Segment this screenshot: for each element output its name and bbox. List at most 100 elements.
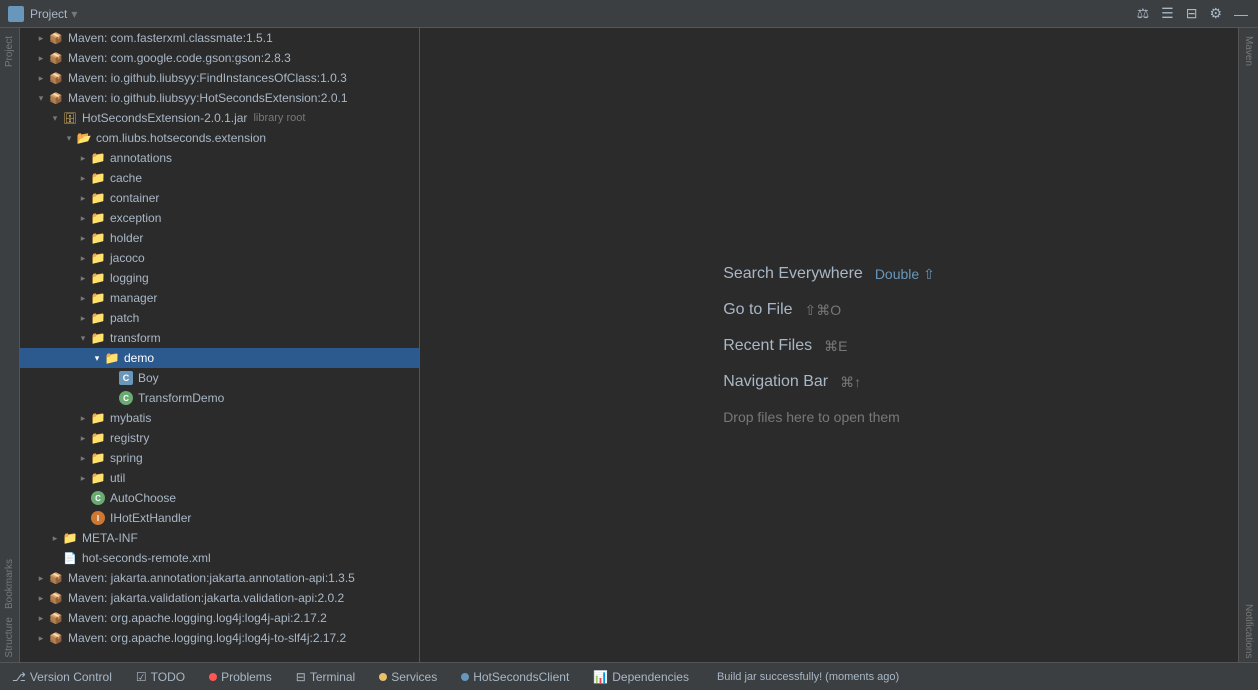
dependencies-icon: 📊 xyxy=(593,670,608,684)
tree-arrow-jar[interactable] xyxy=(48,111,62,125)
folder-icon-mybatis: 📁 xyxy=(90,410,106,426)
tree-item-maven-gson[interactable]: 📦 Maven: com.google.code.gson:gson:2.8.3 xyxy=(20,48,419,68)
tree-arrow-hotseconds[interactable] xyxy=(34,91,48,105)
list-btn[interactable]: ☰ xyxy=(1159,3,1176,24)
folder-icon-holder: 📁 xyxy=(90,230,106,246)
tree-arrow-log4j-api[interactable] xyxy=(34,611,48,625)
status-problems-label: Problems xyxy=(221,670,272,684)
tree-item-manager[interactable]: 📁 manager xyxy=(20,288,419,308)
tree-item-registry[interactable]: 📁 registry xyxy=(20,428,419,448)
tree-item-util[interactable]: 📁 util xyxy=(20,468,419,488)
sidebar-item-notifications[interactable]: Notifications xyxy=(1241,600,1256,662)
tree-item-maven-log4j-api[interactable]: 📦 Maven: org.apache.logging.log4j:log4j-… xyxy=(20,608,419,628)
tree-item-jacoco[interactable]: 📁 jacoco xyxy=(20,248,419,268)
folder-icon-container: 📁 xyxy=(90,190,106,206)
tree-item-maven-classmate[interactable]: 📦 Maven: com.fasterxml.classmate:1.5.1 xyxy=(20,28,419,48)
tree-item-maven-jakarta-validation[interactable]: 📦 Maven: jakarta.validation:jakarta.vali… xyxy=(20,588,419,608)
sidebar-item-structure[interactable]: Structure xyxy=(2,613,17,662)
tree-arrow-mybatis[interactable] xyxy=(76,411,90,425)
recent-files-row: Recent Files ⌘E xyxy=(723,337,847,355)
tree-item-hot-seconds-xml[interactable]: 📄 hot-seconds-remote.xml xyxy=(20,548,419,568)
sidebar-item-maven[interactable]: Maven xyxy=(1241,32,1256,70)
tree-arrow-cache[interactable] xyxy=(76,171,90,185)
tree-item-cache[interactable]: 📁 cache xyxy=(20,168,419,188)
tree-item-maven-jakarta-annotation[interactable]: 📦 Maven: jakarta.annotation:jakarta.anno… xyxy=(20,568,419,588)
tree-container[interactable]: 📦 Maven: com.fasterxml.classmate:1.5.1 📦… xyxy=(20,28,419,662)
tree-label-ihotexthandler: IHotExtHandler xyxy=(110,511,191,525)
tree-arrow-maven-gson[interactable] xyxy=(34,51,48,65)
tree-item-boy[interactable]: C Boy xyxy=(20,368,419,388)
tree-item-mybatis[interactable]: 📁 mybatis xyxy=(20,408,419,428)
tree-item-patch[interactable]: 📁 patch xyxy=(20,308,419,328)
tree-item-holder[interactable]: 📁 holder xyxy=(20,228,419,248)
folder-icon-jacoco: 📁 xyxy=(90,250,106,266)
collapse-btn[interactable]: ⊟ xyxy=(1184,3,1200,24)
tree-arrow-maven-classmate[interactable] xyxy=(34,31,48,45)
tree-item-hotseconds-jar[interactable]: 🗄 HotSecondsExtension-2.0.1.jar library … xyxy=(20,108,419,128)
navbar-row: Navigation Bar ⌘↑ xyxy=(723,373,861,391)
status-dependencies[interactable]: 📊 Dependencies xyxy=(589,668,693,686)
tree-item-com-liubs[interactable]: 📂 com.liubs.hotseconds.extension xyxy=(20,128,419,148)
status-hotseconds[interactable]: HotSecondsClient xyxy=(457,668,573,686)
tree-item-spring[interactable]: 📁 spring xyxy=(20,448,419,468)
tree-arrow-logging[interactable] xyxy=(76,271,90,285)
tree-label-hotseconds: Maven: io.github.liubsyy:HotSecondsExten… xyxy=(68,91,348,105)
tree-arrow-transform[interactable] xyxy=(76,331,90,345)
springinterface-icon-ihotexthandler: I xyxy=(90,510,106,526)
tree-arrow-exception[interactable] xyxy=(76,211,90,225)
tree-arrow-findinstances[interactable] xyxy=(34,71,48,85)
tree-item-maven-findinstances[interactable]: 📦 Maven: io.github.liubsyy:FindInstances… xyxy=(20,68,419,88)
tree-arrow-holder[interactable] xyxy=(76,231,90,245)
sidebar-item-bookmarks[interactable]: Bookmarks xyxy=(2,555,17,613)
status-problems[interactable]: Problems xyxy=(205,668,276,686)
tree-item-transform[interactable]: 📁 transform xyxy=(20,328,419,348)
tree-arrow-registry[interactable] xyxy=(76,431,90,445)
maven-icon-log4j-api: 📦 xyxy=(48,610,64,626)
folder-icon-spring: 📁 xyxy=(90,450,106,466)
status-version-control[interactable]: ⎇ Version Control xyxy=(8,668,116,686)
sidebar-item-project[interactable]: Project xyxy=(2,32,17,71)
toolbar-dropdown-icon[interactable]: ▾ xyxy=(71,7,77,21)
tree-arrow-annotations[interactable] xyxy=(76,151,90,165)
tree-item-demo[interactable]: 📁 demo xyxy=(20,348,419,368)
tree-item-ihotexthandler[interactable]: I IHotExtHandler xyxy=(20,508,419,528)
tree-arrow-log4j-slf4j[interactable] xyxy=(34,631,48,645)
tree-arrow-manager[interactable] xyxy=(76,291,90,305)
terminal-icon: ⊟ xyxy=(296,670,306,684)
hotseconds-dot-icon xyxy=(461,673,469,681)
tree-label-transformdemo: TransformDemo xyxy=(138,391,224,405)
status-terminal[interactable]: ⊟ Terminal xyxy=(292,668,359,686)
minimize-btn[interactable]: — xyxy=(1232,4,1250,24)
tree-item-container[interactable]: 📁 container xyxy=(20,188,419,208)
settings-btn[interactable]: ⚙ xyxy=(1207,3,1224,24)
tree-item-logging[interactable]: 📁 logging xyxy=(20,268,419,288)
tree-item-autochoose[interactable]: C AutoChoose xyxy=(20,488,419,508)
tree-label-cache: cache xyxy=(110,171,142,185)
tree-arrow-spring[interactable] xyxy=(76,451,90,465)
tree-arrow-container[interactable] xyxy=(76,191,90,205)
tree-item-transformdemo[interactable]: C TransformDemo xyxy=(20,388,419,408)
tree-arrow-jacoco[interactable] xyxy=(76,251,90,265)
tree-arrow-jakarta-annotation[interactable] xyxy=(34,571,48,585)
status-todo[interactable]: ☑ TODO xyxy=(132,668,189,686)
springclass-icon-transformdemo: C xyxy=(118,390,134,406)
balance-btn[interactable]: ⚖ xyxy=(1135,3,1152,24)
maven-icon-hotseconds: 📦 xyxy=(48,90,64,106)
tree-item-maven-log4j-slf4j[interactable]: 📦 Maven: org.apache.logging.log4j:log4j-… xyxy=(20,628,419,648)
status-hotseconds-label: HotSecondsClient xyxy=(473,670,569,684)
folder-icon-manager: 📁 xyxy=(90,290,106,306)
tree-arrow-jakarta-validation[interactable] xyxy=(34,591,48,605)
tree-arrow-demo[interactable] xyxy=(90,351,104,365)
tree-item-annotations[interactable]: 📁 annotations xyxy=(20,148,419,168)
tree-item-exception[interactable]: 📁 exception xyxy=(20,208,419,228)
tree-item-maven-hotseconds[interactable]: 📦 Maven: io.github.liubsyy:HotSecondsExt… xyxy=(20,88,419,108)
tree-arrow-util[interactable] xyxy=(76,471,90,485)
tree-item-meta-inf[interactable]: 📁 META-INF xyxy=(20,528,419,548)
navbar-shortcut: ⌘↑ xyxy=(840,374,861,391)
jar-icon: 🗄 xyxy=(62,110,78,126)
tree-arrow-meta-inf[interactable] xyxy=(48,531,62,545)
status-services[interactable]: Services xyxy=(375,668,441,686)
tree-arrow-com-liubs[interactable] xyxy=(62,131,76,145)
xml-icon-hotseconds: 📄 xyxy=(62,550,78,566)
tree-arrow-patch[interactable] xyxy=(76,311,90,325)
